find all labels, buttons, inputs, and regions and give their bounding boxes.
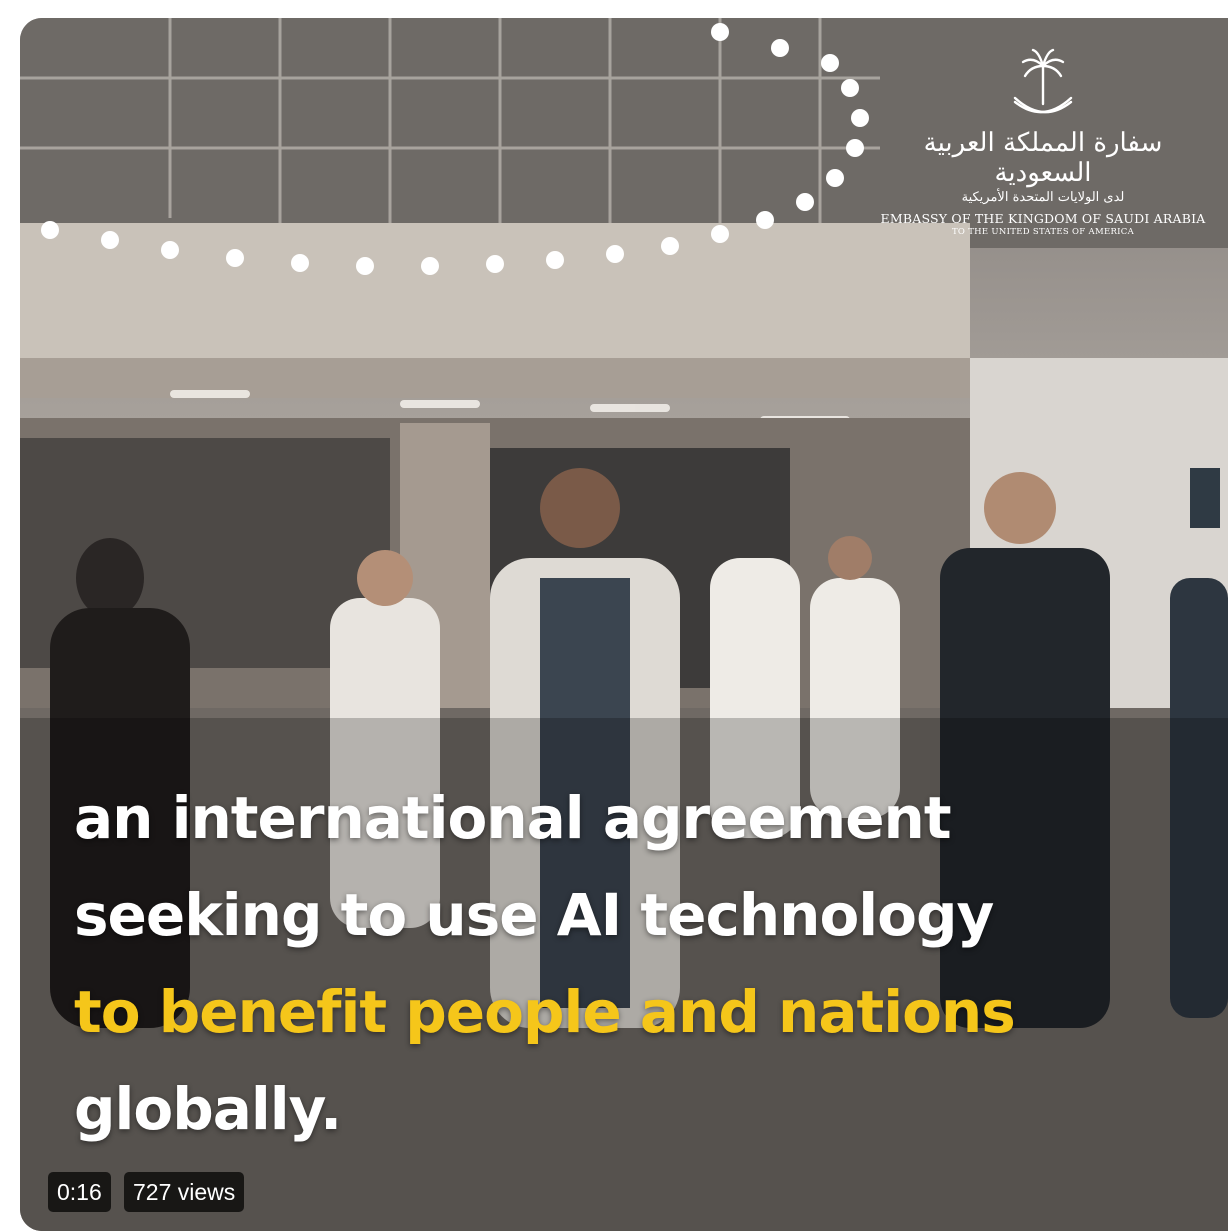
palm-swords-emblem-icon (1013, 48, 1073, 114)
caption-line-highlighted: to benefit people and nations (74, 978, 1016, 1046)
embassy-arabic-subtitle: لدى الولايات المتحدة الأمريكية (961, 190, 1125, 205)
caption-line: seeking to use AI technology (74, 881, 994, 949)
view-count: 727 views (124, 1172, 245, 1212)
embassy-english-subtitle: TO THE UNITED STATES OF AMERICA (951, 227, 1135, 237)
embassy-arabic-title: سفارة المملكة العربية السعودية (923, 128, 1163, 188)
video-caption: an international agreement seeking to us… (74, 770, 1016, 1158)
embassy-english-title: EMBASSY OF THE KINGDOM OF SAUDI ARABIA (880, 211, 1206, 226)
video-player[interactable]: سفارة المملكة العربية السعودية لدى الولا… (20, 18, 1228, 1231)
caption-line: globally. (74, 1075, 342, 1143)
caption-line: an international agreement (74, 784, 952, 852)
video-timestamp: 0:16 (48, 1172, 111, 1212)
embassy-logo: سفارة المملكة العربية السعودية لدى الولا… (878, 46, 1208, 266)
